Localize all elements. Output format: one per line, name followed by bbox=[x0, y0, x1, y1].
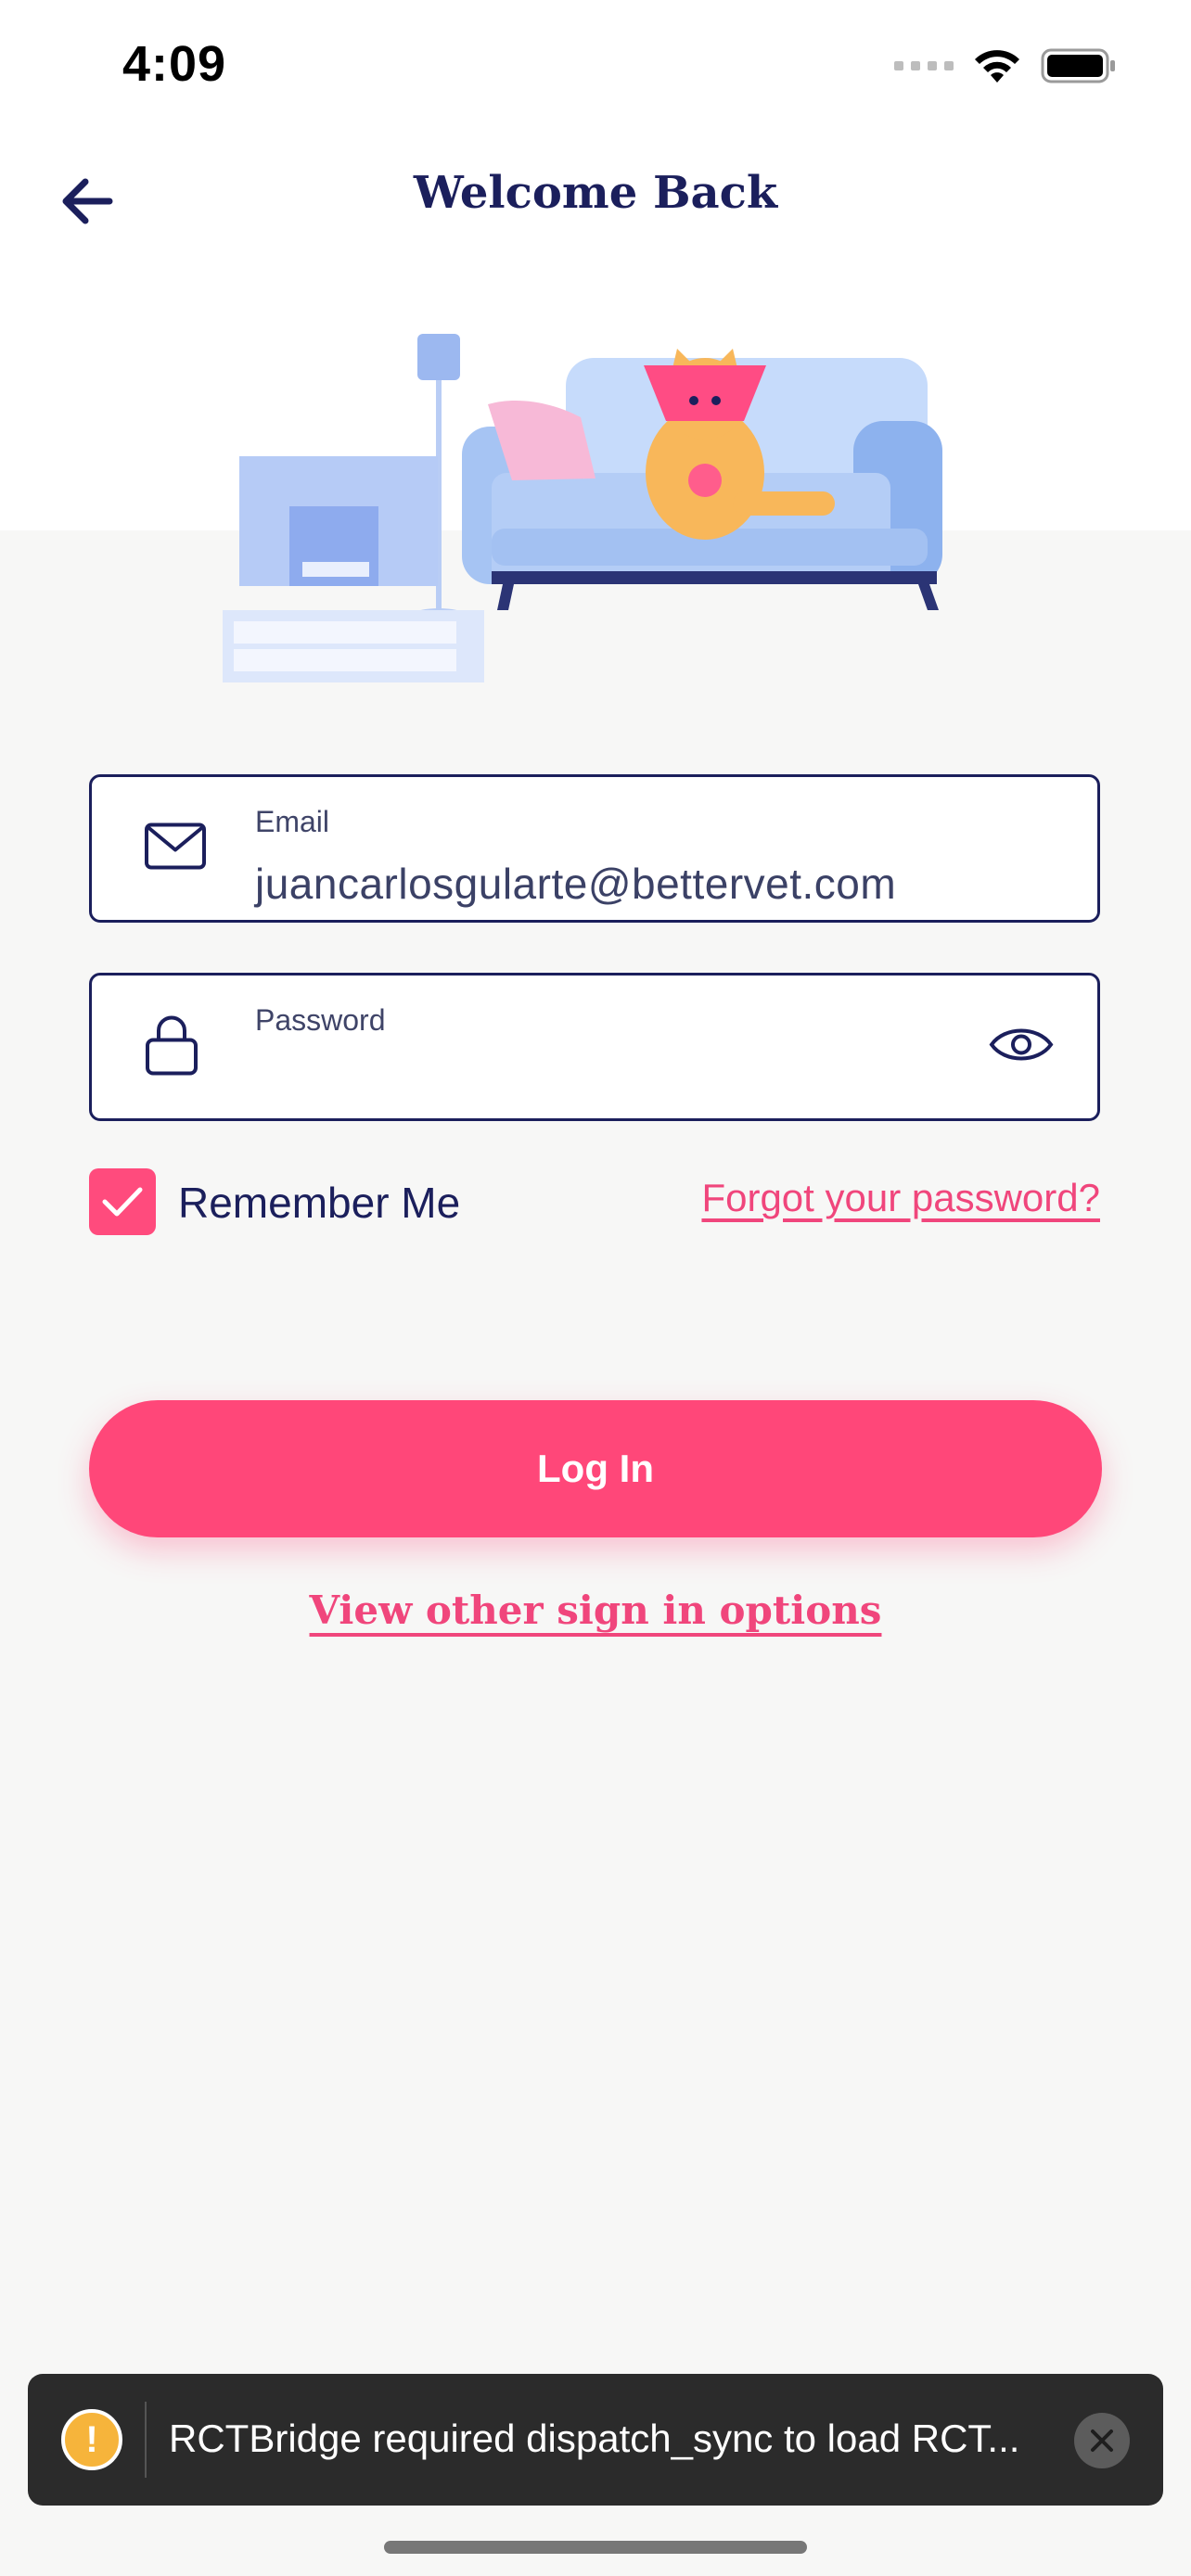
show-password-toggle[interactable] bbox=[988, 1023, 1055, 1072]
password-label: Password bbox=[255, 1003, 386, 1037]
email-field[interactable]: Email juancarlosgularte@bettervet.com bbox=[89, 774, 1100, 923]
cellular-signal-icon bbox=[894, 61, 954, 70]
login-button[interactable]: Log In bbox=[89, 1400, 1102, 1537]
battery-icon bbox=[1041, 48, 1115, 83]
toast-message: RCTBridge required dispatch_sync to load… bbox=[169, 2417, 1020, 2460]
toast-close-button[interactable] bbox=[1074, 2413, 1130, 2468]
wifi-icon bbox=[975, 50, 1019, 83]
other-sign-in-options-link[interactable]: View other sign in options bbox=[310, 1588, 882, 1633]
error-toast[interactable]: ! RCTBridge required dispatch_sync to lo… bbox=[28, 2374, 1163, 2506]
checkmark-icon bbox=[102, 1187, 143, 1217]
forgot-password-link[interactable]: Forgot your password? bbox=[701, 1176, 1100, 1220]
remember-me-checkbox[interactable] bbox=[89, 1168, 156, 1235]
eye-icon bbox=[989, 1028, 1054, 1061]
remember-me-label: Remember Me bbox=[178, 1179, 461, 1227]
living-room-cat-illustration bbox=[223, 334, 942, 682]
email-input[interactable]: juancarlosgularte@bettervet.com bbox=[255, 859, 896, 909]
lock-icon bbox=[144, 1013, 199, 1082]
toast-divider bbox=[145, 2402, 147, 2478]
page-title: Welcome Back bbox=[413, 167, 778, 219]
other-sign-in-options: View other sign in options bbox=[0, 1588, 1191, 1633]
home-indicator[interactable] bbox=[384, 2541, 807, 2554]
email-label: Email bbox=[255, 805, 330, 838]
warning-icon: ! bbox=[61, 2409, 122, 2470]
mail-icon bbox=[144, 823, 207, 875]
status-time: 4:09 bbox=[122, 36, 227, 92]
password-field[interactable]: Password bbox=[89, 973, 1100, 1121]
status-icons bbox=[894, 43, 1117, 89]
close-icon bbox=[1091, 2429, 1113, 2452]
